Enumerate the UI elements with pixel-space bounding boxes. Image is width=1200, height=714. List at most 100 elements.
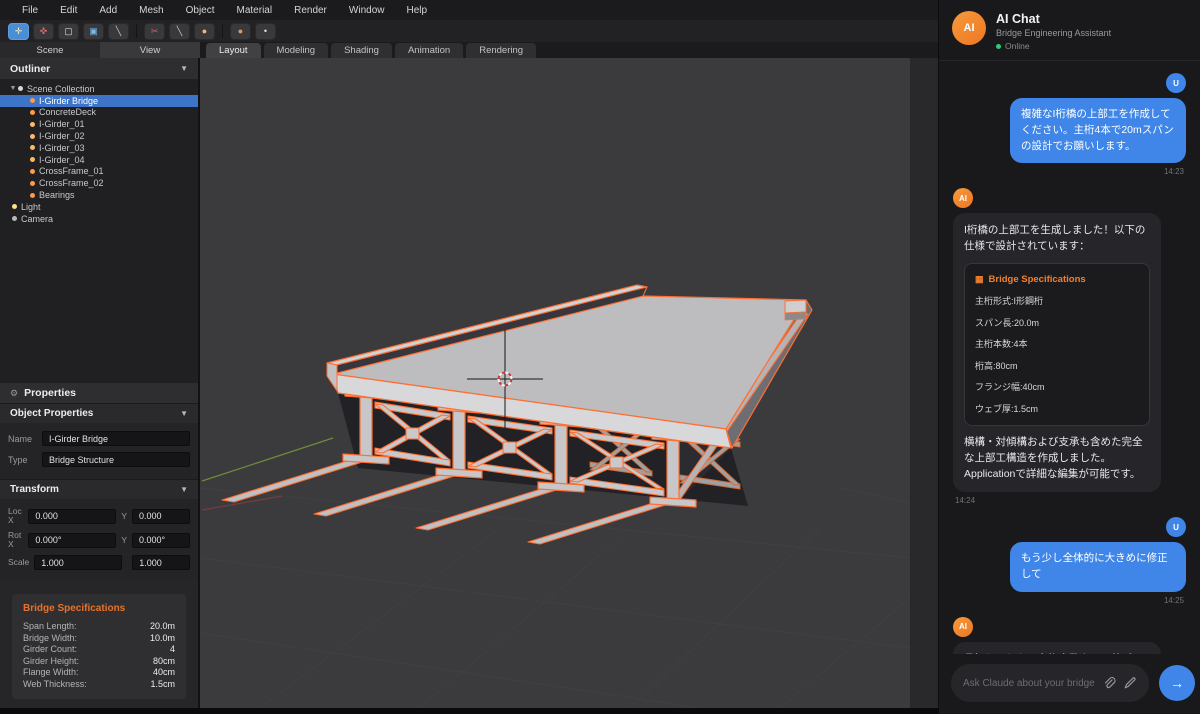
send-button[interactable]: → [1159,665,1195,701]
cursor-tool-button[interactable]: ✜ [33,23,54,40]
type-field-label: Type [8,455,42,465]
loc-y-input[interactable] [132,509,190,524]
outliner-item-i-girder-01[interactable]: I-Girder_01 [0,118,198,130]
filter-icon[interactable]: ▼ [180,64,188,73]
chat-message-list: U 複雑なI桁橋の上部工を作成してください。主桁4本で20mスパンの設計でお願い… [939,61,1200,654]
assistant-message-bubble: I桁橋の上部工を生成しました！以下の仕様で設計されています： ▦ Bridge … [953,213,1161,492]
outliner-title: Outliner [10,63,50,75]
tabs-row: Scene View Layout Modeling Shading Anima… [0,42,938,58]
scale-x-input[interactable] [34,555,122,570]
chevron-down-icon[interactable]: ▼ [180,409,188,418]
ai-avatar: AI [952,11,986,45]
assistant-text: I桁橋の上部工を生成しました！以下の仕様で設計されています： [964,223,1150,255]
tab-view[interactable]: View [100,42,200,58]
transform-header[interactable]: Transform ▼ [0,479,198,499]
viewport-3d[interactable] [200,58,910,708]
move-tool-icon: ▢ [64,27,73,36]
menu-item-render[interactable]: Render [284,5,337,16]
scale-y-input[interactable] [132,555,190,570]
chevron-down-icon[interactable]: ▼ [180,485,188,494]
outliner-item-concretedeck[interactable]: ConcreteDeck [0,107,198,119]
pen-icon[interactable] [1123,676,1137,690]
loc-x-input[interactable] [28,509,116,524]
measure-tool-button[interactable]: ● [194,23,215,40]
object-icon [30,145,35,150]
chat-subtitle: Bridge Engineering Assistant [996,28,1111,38]
user-avatar: U [1166,73,1186,93]
attachment-icon[interactable] [1102,676,1116,690]
menu-item-file[interactable]: File [12,5,48,16]
annotate-tool-icon: ╲ [116,27,121,36]
application-window: File Edit Add Mesh Object Material Rende… [0,0,1200,714]
outliner-item-scene-collection[interactable]: ▼ Scene Collection [0,83,198,95]
scale-tool-icon: ▣ [89,27,98,36]
object-icon [30,193,35,198]
chat-header: AI AI Chat Bridge Engineering Assistant … [939,0,1200,61]
tab-shading[interactable]: Shading [331,43,392,58]
menu-bar: File Edit Add Mesh Object Material Rende… [0,0,938,20]
outliner-item-crossframe-01[interactable]: CrossFrame_01 [0,166,198,178]
user-message-bubble: もう少し全体的に大きめに修正して [1010,542,1186,592]
scale-tool-button[interactable]: ▣ [83,23,104,40]
toolbar-separator [222,24,223,38]
outliner-item-camera[interactable]: Camera [0,213,198,225]
user-message: U もう少し全体的に大きめに修正して 14:25 [953,517,1186,617]
type-field[interactable] [42,452,190,467]
object-properties-header[interactable]: Object Properties ▼ [0,403,198,423]
outliner-item-i-girder-bridge[interactable]: I-Girder Bridge [0,95,198,107]
addcube-tool-button[interactable]: ● [230,23,251,40]
menu-item-mesh[interactable]: Mesh [129,5,173,16]
select-tool-button[interactable]: ✛ [8,23,29,40]
name-field[interactable] [42,431,190,446]
tab-modeling[interactable]: Modeling [264,43,329,58]
tab-animation[interactable]: Animation [395,43,463,58]
outliner-item-i-girder-04[interactable]: I-Girder_04 [0,154,198,166]
measure-tool-icon: ● [202,27,207,36]
knife-tool-button[interactable]: ╲ [169,23,190,40]
chat-title: AI Chat [996,12,1111,26]
timestamp: 14:25 [1164,596,1184,605]
rot-y-input[interactable] [132,533,190,548]
extra-tool-icon: • [264,27,267,36]
chat-input-bar: → [939,654,1200,714]
outliner-item-crossframe-02[interactable]: CrossFrame_02 [0,177,198,189]
annotate-tool-button[interactable]: ╲ [108,23,129,40]
extra-tool-button[interactable]: • [255,23,276,40]
tab-scene[interactable]: Scene [0,42,100,58]
timestamp: 14:23 [1164,167,1184,176]
ai-avatar: AI [953,617,973,637]
online-status-icon [996,44,1001,49]
menu-item-edit[interactable]: Edit [50,5,87,16]
tab-rendering[interactable]: Rendering [466,43,536,58]
menu-item-window[interactable]: Window [339,5,395,16]
object-icon [30,181,35,186]
object-icon [30,98,35,103]
assistant-message-bubble: 承知しました。主桁本数やその他パラメータを調整して、全体的に大きめのI桁橋になる… [953,642,1161,654]
bridge-model-canvas [200,58,910,708]
rot-x-input[interactable] [28,533,116,548]
scale-label: Scale [8,558,29,567]
menu-item-material[interactable]: Material [227,5,283,16]
outliner-item-i-girder-03[interactable]: I-Girder_03 [0,142,198,154]
cursor-tool-icon: ✜ [40,27,48,36]
properties-title: Properties [24,387,76,399]
cut-tool-icon: ✂ [151,27,159,36]
outliner-item-bearings[interactable]: Bearings [0,189,198,201]
bottom-edge [0,708,938,714]
light-icon [12,204,17,209]
workspace-tabs: Layout Modeling Shading Animation Render… [206,42,536,58]
move-tool-button[interactable]: ▢ [58,23,79,40]
ai-chat-panel: AI AI Chat Bridge Engineering Assistant … [938,0,1200,714]
outliner-item-light[interactable]: Light [0,201,198,213]
menu-item-add[interactable]: Add [89,5,127,16]
menu-item-help[interactable]: Help [396,5,437,16]
chat-input[interactable] [963,678,1095,689]
outliner-item-i-girder-02[interactable]: I-Girder_02 [0,130,198,142]
collapse-caret-icon[interactable]: ▼ [8,85,18,92]
cut-tool-button[interactable]: ✂ [144,23,165,40]
toolbar-separator [136,24,137,38]
tab-layout[interactable]: Layout [206,43,261,58]
menu-item-object[interactable]: Object [176,5,225,16]
object-icon [30,122,35,127]
select-tool-icon: ✛ [15,27,23,36]
